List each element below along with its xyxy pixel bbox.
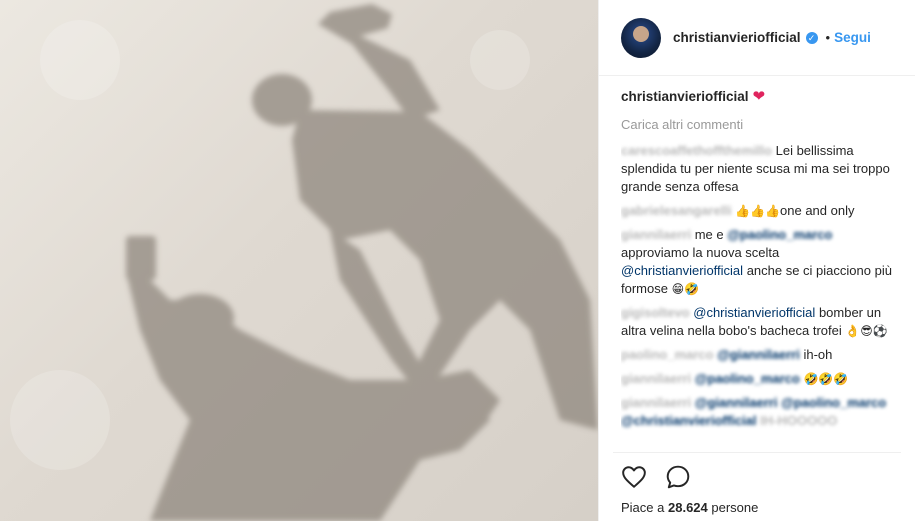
likes-suffix: persone: [711, 500, 759, 515]
likes-prefix: Piace a: [621, 500, 665, 515]
post-header: christianvieriofficial ✓ • Segui: [599, 0, 915, 76]
comment-mention[interactable]: @christianvieriofficial: [621, 263, 743, 278]
likes-count[interactable]: Piace a 28.624 persone: [621, 500, 758, 515]
shadow-photo-image: [10, 4, 598, 521]
verified-badge-icon: ✓: [805, 31, 818, 44]
avatar[interactable]: [621, 17, 661, 58]
thumbs-up-emoji-icon: 👍👍👍: [735, 204, 781, 218]
header-username[interactable]: christianvieriofficial: [673, 30, 801, 45]
laughing-emoji-icon: 🤣🤣🤣: [803, 372, 849, 386]
caption-username[interactable]: christianvieriofficial: [621, 89, 749, 104]
speech-bubble-icon[interactable]: [665, 464, 691, 490]
comment-username[interactable]: giannilaerri: [621, 395, 691, 410]
comment-mention[interactable]: @giannilaerri: [717, 347, 800, 362]
separator-dot: •: [825, 30, 831, 45]
heart-emoji-icon: ❤: [752, 88, 766, 105]
load-more-comments-link[interactable]: Carica altri commenti: [621, 116, 901, 134]
post-photo[interactable]: [0, 0, 598, 521]
comment-mention[interactable]: @christianvieriofficial: [621, 413, 757, 428]
actions-divider: [613, 452, 901, 453]
comment-username[interactable]: giannilaerri: [621, 371, 691, 386]
comment-mention[interactable]: @paolino_marco: [727, 227, 832, 242]
comment-item: giannilaerri @paolino_marco 🤣🤣🤣: [621, 370, 901, 388]
comment-item: giannilaerri @giannilaerri @paolino_marc…: [621, 394, 901, 430]
laughing-emoji-icon: 😁🤣: [671, 282, 700, 296]
likes-number: 28.624: [668, 500, 708, 515]
comment-mention[interactable]: @christianvieriofficial: [693, 305, 815, 320]
comments-list[interactable]: christianvieriofficial ❤ Carica altri com…: [621, 86, 901, 431]
caption: christianvieriofficial ❤: [621, 88, 901, 106]
post-sidebar: christianvieriofficial ✓ • Segui christi…: [598, 0, 915, 521]
comment-username[interactable]: paolino_marco: [621, 347, 713, 362]
follow-button[interactable]: Segui: [834, 30, 871, 45]
comment-text: me e: [694, 227, 724, 242]
comment-item: paolino_marco @giannilaerri ih-oh: [621, 346, 901, 364]
heart-outline-icon[interactable]: [621, 464, 647, 490]
comment-item: gabrielesangarelli 👍👍👍one and only: [621, 202, 901, 220]
instagram-post: christianvieriofficial ✓ • Segui christi…: [0, 0, 915, 521]
comment-username[interactable]: gigisoltevo: [621, 305, 690, 320]
comment-username[interactable]: gabrielesangarelli: [621, 203, 732, 218]
comment-username[interactable]: carescoaffethoffthemillo: [621, 143, 772, 158]
comment-text: IH-HOOOOO: [760, 413, 838, 428]
comment-item: gigisoltevo @christianvieriofficial bomb…: [621, 304, 901, 340]
comment-text: ih-oh: [803, 347, 833, 362]
comment-item: giannilaerri me e @paolino_marco approvi…: [621, 226, 901, 298]
comment-text: one and only: [780, 203, 855, 218]
comment-username[interactable]: giannilaerri: [621, 227, 691, 242]
action-bar: [621, 464, 691, 490]
comment-item: carescoaffethoffthemillo Lei bellissima …: [621, 142, 901, 196]
comment-mention[interactable]: @giannilaerri @paolino_marco: [695, 395, 887, 410]
ok-sunglasses-ball-emoji-icon: 👌😎⚽: [845, 324, 888, 338]
comment-text: approviamo la nuova scelta: [621, 245, 780, 260]
comment-mention[interactable]: @paolino_marco: [695, 371, 800, 386]
